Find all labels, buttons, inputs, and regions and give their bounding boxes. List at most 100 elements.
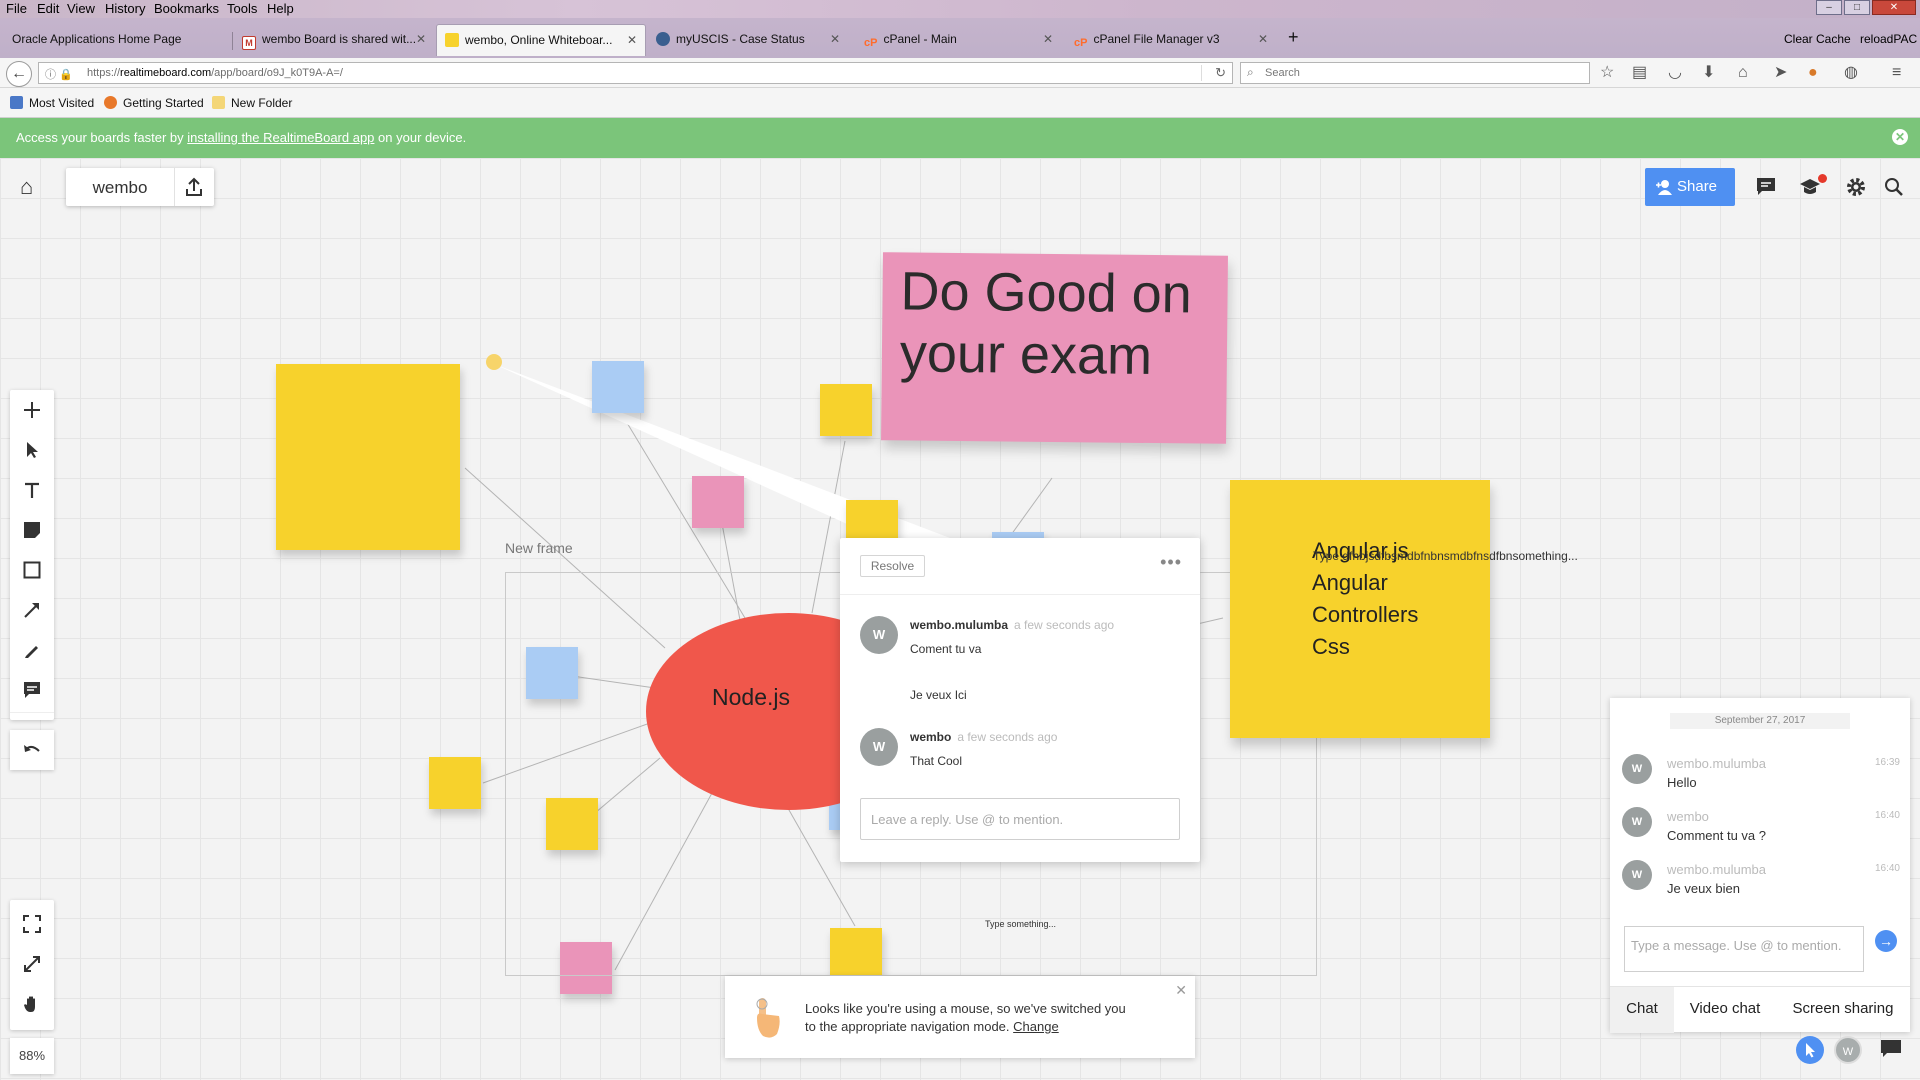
comment-tool[interactable]	[10, 670, 54, 710]
maximize-icon[interactable]: □	[1844, 0, 1870, 15]
tab-realtimeboard[interactable]: wembo, Online Whiteboar... ✕	[436, 24, 646, 56]
zoom-level[interactable]: 88%	[10, 1038, 54, 1074]
sticky-note-blue[interactable]	[592, 361, 644, 413]
close-window-icon[interactable]: ✕	[1872, 0, 1916, 15]
connector-tool[interactable]	[10, 590, 54, 630]
tab-cpanel[interactable]: cP cPanel - Main ✕	[856, 24, 1061, 56]
close-tab-icon[interactable]: ✕	[1043, 32, 1053, 46]
close-tab-icon[interactable]: ✕	[627, 33, 637, 47]
reading-list-icon[interactable]: ▤	[1632, 64, 1647, 82]
board-canvas[interactable]: ⌂ wembo Share 88% New frame Node.js Do G…	[0, 158, 1920, 1080]
board-name[interactable]: wembo	[66, 178, 174, 198]
clear-cache-button[interactable]: Clear Cache	[1784, 32, 1851, 46]
hamburger-menu-icon[interactable]: ≡	[1892, 64, 1901, 82]
text-placeholder[interactable]: Type something...	[985, 919, 1056, 929]
gear-icon[interactable]	[1844, 175, 1868, 199]
bookmark-most-visited[interactable]: Most Visited	[10, 96, 94, 110]
sticky-note-tool[interactable]	[10, 510, 54, 550]
close-tab-icon[interactable]: ✕	[1258, 32, 1268, 46]
menu-history[interactable]: History	[105, 1, 145, 16]
select-tool[interactable]	[10, 430, 54, 470]
more-options-icon[interactable]: •••	[1160, 552, 1182, 573]
sticky-note-yellow[interactable]	[429, 757, 481, 809]
upload-icon[interactable]	[182, 175, 206, 199]
overflow-text[interactable]: Type dfhbjsdfbsmdbfnbnsmdbfnsdfbnsomethi…	[1313, 549, 1578, 563]
title-sticky-note[interactable]: Do Good on your exam	[881, 252, 1228, 444]
cpanel-icon: cP	[1074, 37, 1088, 49]
nodejs-label[interactable]: Node.js	[712, 684, 790, 711]
avatar[interactable]: W	[1622, 860, 1652, 890]
hand-tool[interactable]	[10, 984, 54, 1024]
fullscreen-button[interactable]	[10, 944, 54, 984]
share-button[interactable]: Share	[1645, 168, 1735, 206]
left-toolbar	[10, 390, 54, 720]
search-input[interactable]: ⌕ Search	[1240, 62, 1590, 84]
avatar[interactable]: W	[1622, 807, 1652, 837]
add-tool[interactable]	[10, 390, 54, 430]
fit-screen-button[interactable]	[10, 904, 54, 944]
sticky-note-yellow[interactable]	[276, 364, 460, 550]
tab-video-chat[interactable]: Video chat	[1674, 987, 1776, 1033]
close-tab-icon[interactable]: ✕	[830, 32, 840, 46]
menu-view[interactable]: View	[67, 1, 95, 16]
change-mode-link[interactable]: Change	[1013, 1019, 1059, 1034]
bookmark-new-folder[interactable]: New Folder	[212, 96, 292, 110]
resolve-button[interactable]: Resolve	[860, 555, 925, 577]
reply-input[interactable]: Leave a reply. Use @ to mention.	[860, 798, 1180, 840]
sticky-note-pink[interactable]	[692, 476, 744, 528]
reloadpac-button[interactable]: reloadPAC	[1860, 32, 1917, 46]
navigation-mode-notice: Looks like you're using a mouse, so we'v…	[725, 976, 1195, 1058]
comments-icon[interactable]	[1754, 175, 1778, 199]
globe-icon[interactable]: ◍	[1844, 64, 1858, 82]
site-info-icon[interactable]: ⓘ 🔒	[45, 66, 73, 82]
install-app-link[interactable]: installing the RealtimeBoard app	[187, 130, 374, 145]
user-avatar[interactable]: W	[1834, 1036, 1862, 1064]
back-button[interactable]: ←	[6, 61, 32, 87]
cursor-mode-button[interactable]	[1796, 1036, 1824, 1064]
bookmark-getting-started[interactable]: Getting Started	[104, 96, 204, 110]
new-tab-button[interactable]: +	[1282, 24, 1312, 56]
send-arrow-icon[interactable]: →	[1875, 930, 1897, 952]
close-icon[interactable]: ✕	[1175, 982, 1187, 999]
close-tab-icon[interactable]: ✕	[416, 32, 426, 46]
angular-sticky-note[interactable]: Angular.js Angular Controllers Css	[1230, 480, 1490, 738]
avatar[interactable]: W	[860, 728, 898, 766]
text-tool[interactable]	[10, 470, 54, 510]
pocket-icon[interactable]: ◡	[1668, 64, 1682, 82]
menu-file[interactable]: File	[6, 1, 27, 16]
chat-bubble-icon[interactable]	[1880, 1039, 1902, 1059]
menu-edit[interactable]: Edit	[37, 1, 59, 16]
tab-screen-sharing[interactable]: Screen sharing	[1776, 987, 1910, 1033]
arrow-icon	[24, 603, 39, 618]
reload-icon[interactable]: ↻	[1215, 65, 1226, 81]
search-icon[interactable]	[1882, 175, 1906, 199]
share-label: Share	[1677, 178, 1718, 195]
tab-gmail[interactable]: Mwembo Board is shared wit... ✕	[234, 24, 434, 56]
menu-help[interactable]: Help	[267, 1, 294, 16]
shape-tool[interactable]	[10, 550, 54, 590]
home-icon[interactable]: ⌂	[1738, 64, 1748, 82]
board-home-icon[interactable]: ⌂	[20, 174, 33, 200]
tab-uscis[interactable]: myUSCIS - Case Status ✕	[648, 24, 848, 56]
frame-title[interactable]: New frame	[505, 540, 573, 556]
menu-tools[interactable]: Tools	[227, 1, 257, 16]
url-bar[interactable]: ⓘ 🔒 https://realtimeboard.com/app/board/…	[38, 62, 1233, 84]
sticky-note-yellow[interactable]	[846, 500, 898, 540]
tab-oracle[interactable]: Oracle Applications Home Page	[4, 24, 230, 56]
star-icon[interactable]: ☆	[1600, 64, 1614, 82]
minimize-icon[interactable]: –	[1816, 0, 1842, 15]
avatar[interactable]: W	[1622, 754, 1652, 784]
view-toolbar	[10, 900, 54, 1030]
send-icon[interactable]: ➤	[1774, 64, 1787, 82]
menu-bookmarks[interactable]: Bookmarks	[154, 1, 219, 16]
chat-message-input[interactable]: Type a message. Use @ to mention.	[1624, 926, 1864, 972]
undo-button[interactable]	[10, 730, 54, 770]
tab-chat[interactable]: Chat	[1610, 987, 1674, 1033]
close-banner-icon[interactable]: ✕	[1892, 129, 1908, 145]
pen-tool[interactable]	[10, 630, 54, 670]
extension-icon[interactable]: ●	[1808, 64, 1818, 82]
tab-cpanel-files[interactable]: cP cPanel File Manager v3 ✕	[1066, 24, 1276, 56]
download-icon[interactable]: ⬇	[1702, 64, 1715, 82]
avatar[interactable]: W	[860, 616, 898, 654]
sticky-note-yellow[interactable]	[820, 384, 872, 436]
